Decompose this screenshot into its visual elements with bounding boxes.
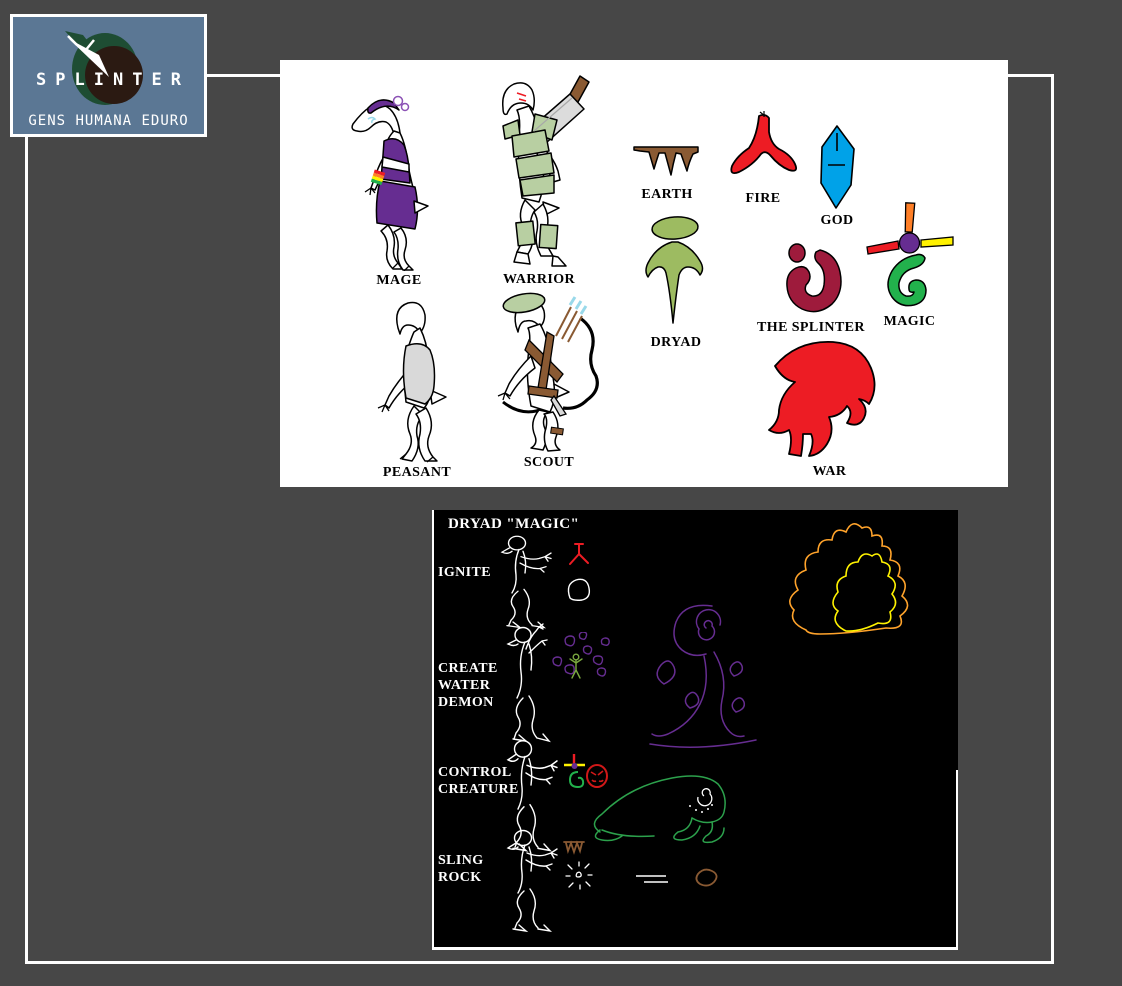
symbol-label: FIRE [745, 191, 780, 207]
logo-motto: GENS HUMANA EDURO [13, 113, 204, 129]
symbol-war: WAR [757, 336, 902, 480]
figure-label: MAGE [376, 273, 421, 289]
symbol-label: WAR [813, 464, 847, 480]
symbol-god: GOD [814, 123, 860, 229]
logo-title: SPLINTER [13, 70, 204, 90]
scout-drawing [483, 290, 615, 453]
page: SPLINTER GENS HUMANA EDURO [0, 0, 1122, 986]
symbol-label: GOD [820, 213, 853, 229]
god-symbol [815, 123, 859, 211]
impact-sparkle-drawing [564, 860, 594, 890]
figure-label: PEASANT [383, 465, 451, 481]
spell-label-ignite: IGNITE [438, 564, 491, 581]
mini-demon-figure-icon [570, 654, 582, 678]
spell-label-sling-rock: SLING ROCK [438, 852, 484, 886]
magic-symbol [864, 200, 956, 312]
war-symbol [757, 336, 902, 462]
figure-label: SCOUT [524, 455, 574, 471]
character-panel: MAGE [280, 60, 1008, 487]
figure-scout: SCOUT [483, 290, 615, 471]
figure-warrior: WARRIOR [473, 74, 605, 288]
symbol-label: THE SPLINTER [757, 320, 865, 336]
spell-label-create-water-demon: CREATE WATER DEMON [438, 660, 498, 711]
mage-drawing [338, 93, 460, 271]
mini-earth-sigil-drawing [562, 838, 588, 860]
spell-panel-border [956, 770, 958, 947]
symbol-label: MAGIC [884, 314, 936, 330]
flying-rock-drawing [634, 866, 726, 892]
symbol-fire: FIRE [723, 110, 803, 207]
peasant-drawing [364, 298, 470, 463]
symbol-label: EARTH [641, 187, 692, 203]
creature-drawing [586, 768, 771, 848]
symbol-label: DRYAD [651, 335, 702, 351]
symbol-the-splinter: THE SPLINTER [755, 240, 867, 336]
symbol-earth: EARTH [630, 140, 704, 203]
earth-symbol [632, 140, 702, 185]
the-splinter-symbol [774, 240, 849, 318]
symbol-magic: MAGIC [862, 200, 957, 330]
spell-panel-title: DRYAD "MAGIC" [448, 516, 579, 533]
spell-panel: DRYAD "MAGIC" IGNITE CREATE WATER DEMON … [432, 510, 958, 950]
figure-mage: MAGE [338, 93, 460, 289]
ignite-caster-drawing [492, 534, 570, 632]
fire-spark-and-rock-drawing [560, 540, 598, 604]
water-droplets-drawing [538, 632, 614, 698]
figure-peasant: PEASANT [364, 298, 470, 481]
water-demon-drawing [648, 600, 760, 752]
flame-drawing [782, 516, 956, 638]
figure-label: WARRIOR [503, 272, 575, 288]
dryad-symbol [642, 215, 710, 333]
warrior-drawing [473, 74, 605, 270]
logo: SPLINTER GENS HUMANA EDURO [10, 14, 207, 137]
fire-symbol [725, 110, 801, 182]
symbol-dryad: DRYAD [640, 215, 712, 351]
